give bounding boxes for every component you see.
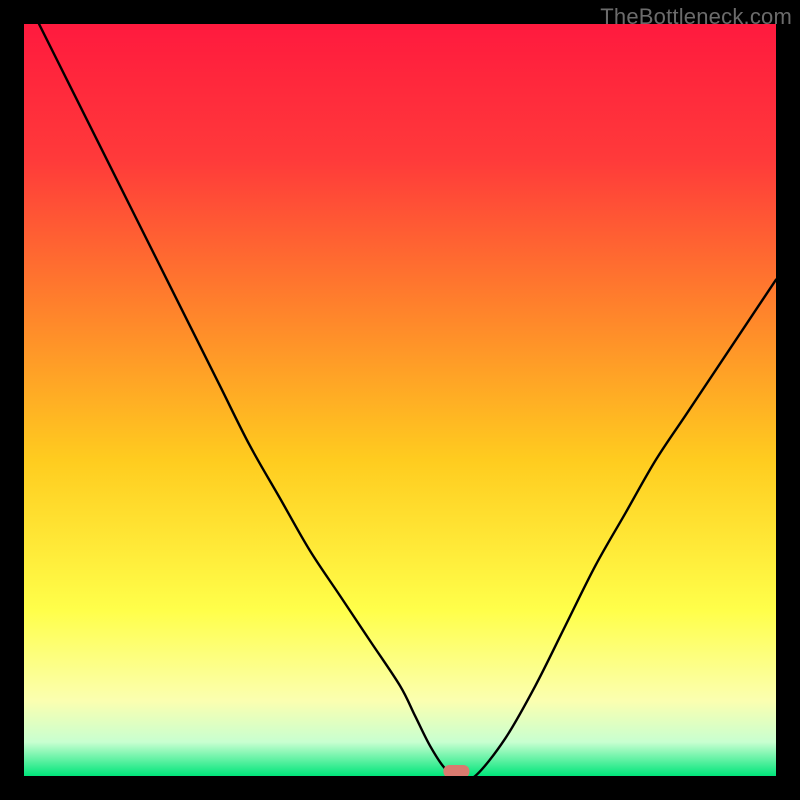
chart-background: [24, 24, 776, 776]
minimum-marker: [443, 765, 469, 776]
chart-frame: [24, 24, 776, 776]
bottleneck-chart: [24, 24, 776, 776]
attribution-label: TheBottleneck.com: [600, 4, 792, 30]
